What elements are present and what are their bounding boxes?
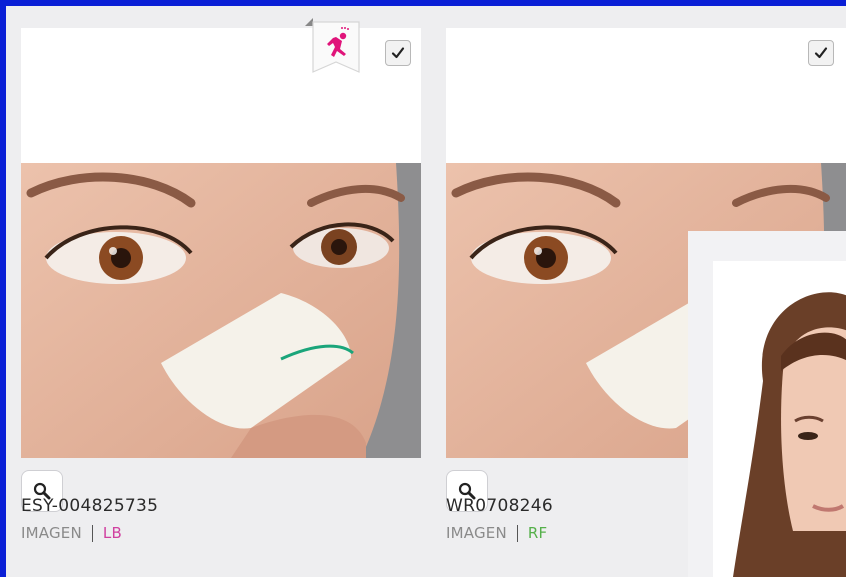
license-type: RF	[527, 524, 548, 542]
preview-image	[713, 261, 846, 577]
card-header	[446, 28, 846, 163]
running-person-icon-badge	[305, 16, 367, 82]
select-checkbox[interactable]	[808, 40, 834, 66]
checkmark-icon	[391, 47, 405, 59]
license-type: LB	[102, 524, 122, 542]
image-thumbnail[interactable]	[21, 163, 421, 458]
divider	[91, 524, 93, 542]
select-checkbox[interactable]	[385, 40, 411, 66]
image-meta: IMAGEN RF	[446, 524, 547, 542]
agency-name[interactable]: IMAGEN	[446, 524, 507, 542]
agency-name[interactable]: IMAGEN	[21, 524, 82, 542]
image-id[interactable]: ESY-004825735	[21, 496, 158, 516]
running-person-icon	[305, 18, 360, 73]
divider	[516, 524, 518, 542]
image-id[interactable]: WR0708246	[446, 496, 553, 516]
image-preview-popup	[688, 231, 846, 577]
image-meta: IMAGEN LB	[21, 524, 122, 542]
checkmark-icon	[814, 47, 828, 59]
image-card: ESY-004825735 IMAGEN LB	[21, 18, 421, 548]
